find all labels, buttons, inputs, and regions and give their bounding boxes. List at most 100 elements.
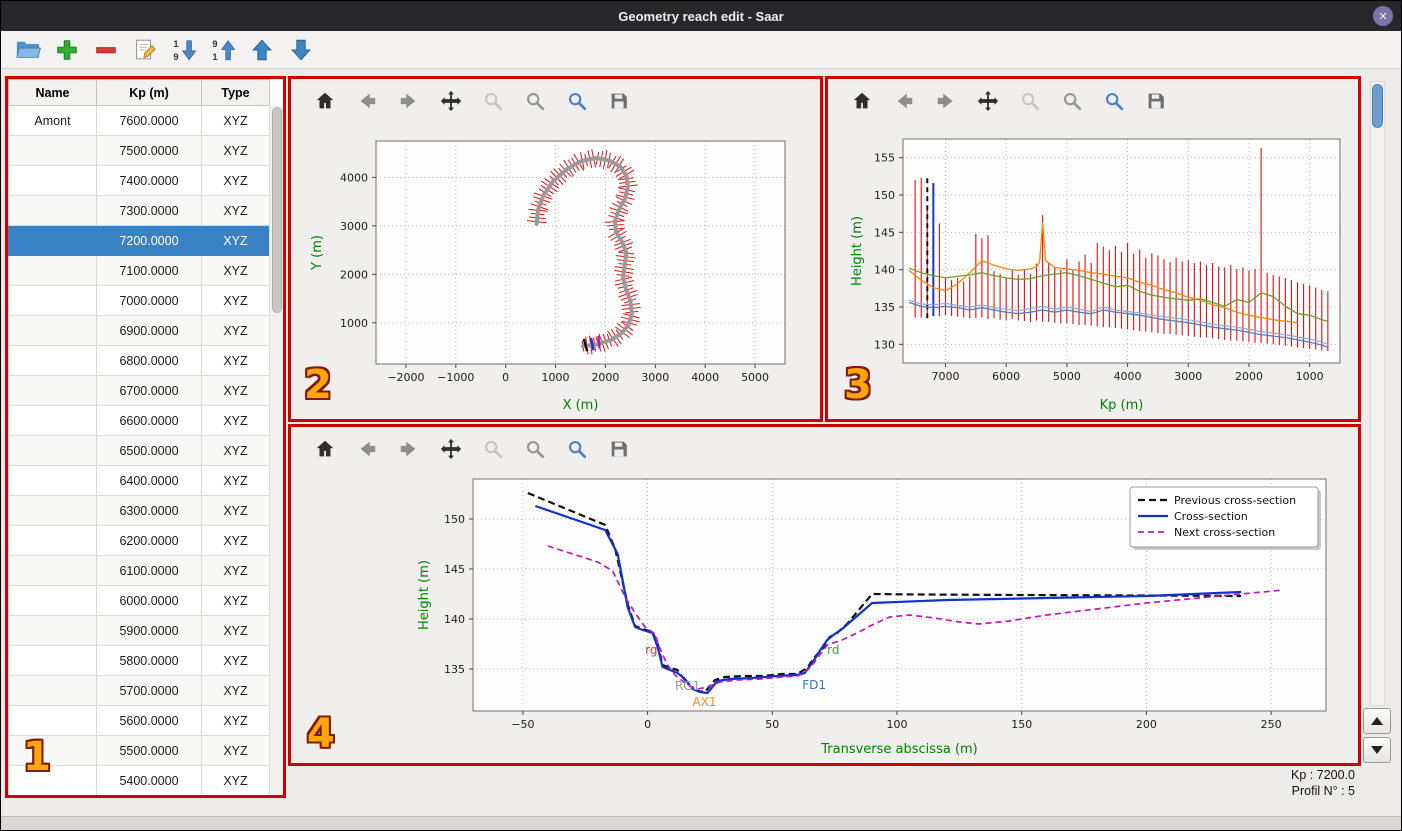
svg-text:4000: 4000 xyxy=(1114,370,1142,383)
cell-type: XYZ xyxy=(201,285,270,316)
zoom-button[interactable] xyxy=(481,437,505,461)
zoom-region-button[interactable] xyxy=(565,437,589,461)
forward-button[interactable] xyxy=(397,437,421,461)
plot-toolbar xyxy=(291,427,1358,471)
table-row[interactable]: 6800.0000 XYZ xyxy=(8,345,270,376)
cell-kp: 6200.0000 xyxy=(96,525,202,556)
edit-cross-section-button[interactable] xyxy=(130,35,160,65)
plan-view-chart[interactable]: −2000 −1000 0 1000 2000 3000 4000 5000 1000 2000 3… xyxy=(291,123,820,419)
table-row[interactable]: 6500.0000 XYZ xyxy=(8,435,270,466)
save-floppy-icon xyxy=(611,441,627,457)
table-row[interactable]: 6600.0000 XYZ xyxy=(8,405,270,436)
cell-name xyxy=(8,285,97,316)
open-button[interactable] xyxy=(13,35,43,65)
cell-type: XYZ xyxy=(201,435,270,466)
zoom-region-button[interactable] xyxy=(565,89,589,113)
table-row[interactable]: Amont 7600.0000 XYZ xyxy=(8,105,270,136)
cell-kp: 6900.0000 xyxy=(96,315,202,346)
scroll-down-button[interactable] xyxy=(1363,737,1391,763)
status-bar xyxy=(1,816,1401,830)
pan-button[interactable] xyxy=(976,89,1000,113)
table-row[interactable]: 7200.0000 XYZ xyxy=(8,225,270,256)
svg-text:140: 140 xyxy=(444,613,465,626)
svg-text:200: 200 xyxy=(1136,718,1157,731)
cell-name xyxy=(8,735,97,766)
svg-text:Height (m): Height (m) xyxy=(850,216,865,286)
zoom-info-button[interactable] xyxy=(523,437,547,461)
zoom-button[interactable] xyxy=(481,89,505,113)
table-row[interactable]: 7400.0000 XYZ xyxy=(8,165,270,196)
table-row[interactable]: 6000.0000 XYZ xyxy=(8,585,270,616)
remove-cross-section-button[interactable] xyxy=(91,35,121,65)
move-up-button[interactable] xyxy=(247,35,277,65)
home-button[interactable] xyxy=(850,89,874,113)
table-row[interactable]: 5900.0000 XYZ xyxy=(8,615,270,646)
scroll-up-button[interactable] xyxy=(1363,708,1391,734)
cell-name xyxy=(8,225,97,256)
table-row[interactable]: 7000.0000 XYZ xyxy=(8,285,270,316)
svg-text:RG1: RG1 xyxy=(675,679,700,693)
table-row[interactable]: 6700.0000 XYZ xyxy=(8,375,270,406)
table-row[interactable]: 5800.0000 XYZ xyxy=(8,645,270,676)
cell-kp: 6300.0000 xyxy=(96,495,202,526)
cell-type: XYZ xyxy=(201,225,270,256)
cell-name xyxy=(8,525,97,556)
cell-kp: 7100.0000 xyxy=(96,255,202,286)
pan-button[interactable] xyxy=(439,89,463,113)
table-row[interactable]: 6400.0000 XYZ xyxy=(8,465,270,496)
forward-button[interactable] xyxy=(934,89,958,113)
column-header-name[interactable]: Name xyxy=(8,79,97,106)
cell-type: XYZ xyxy=(201,525,270,556)
close-button[interactable]: ✕ xyxy=(1373,6,1393,26)
zoom-button[interactable] xyxy=(1018,89,1042,113)
zoom-info-button[interactable] xyxy=(1060,89,1084,113)
back-arrow-icon xyxy=(897,93,913,109)
home-button[interactable] xyxy=(313,437,337,461)
table-row[interactable]: 6100.0000 XYZ xyxy=(8,555,270,586)
cell-type: XYZ xyxy=(201,705,270,736)
cell-kp: 7200.0000 xyxy=(96,225,202,256)
table-row[interactable]: 5700.0000 XYZ xyxy=(8,675,270,706)
cross-section-table-body: Amont 7600.0000 XYZ 7500.0000 XYZ 7400.0… xyxy=(8,105,270,795)
cell-type: XYZ xyxy=(201,255,270,286)
add-cross-section-button[interactable] xyxy=(52,35,82,65)
save-button[interactable] xyxy=(1144,89,1168,113)
home-button[interactable] xyxy=(313,89,337,113)
zoom-info-button[interactable] xyxy=(523,89,547,113)
cell-type: XYZ xyxy=(201,345,270,376)
sort-ascending-button[interactable]: 19 xyxy=(169,35,199,65)
table-row[interactable]: 6300.0000 XYZ xyxy=(8,495,270,526)
table-scrollbar-thumb[interactable] xyxy=(272,107,282,313)
zoom-region-button[interactable] xyxy=(1102,89,1126,113)
table-row[interactable]: 5600.0000 XYZ xyxy=(8,705,270,736)
table-row[interactable]: 6900.0000 XYZ xyxy=(8,315,270,346)
pan-button[interactable] xyxy=(439,437,463,461)
column-header-kp[interactable]: Kp (m) xyxy=(96,79,202,106)
forward-button[interactable] xyxy=(397,89,421,113)
save-button[interactable] xyxy=(607,437,631,461)
table-row[interactable]: 7300.0000 XYZ xyxy=(8,195,270,226)
back-button[interactable] xyxy=(355,89,379,113)
move-down-button[interactable] xyxy=(286,35,316,65)
save-button[interactable] xyxy=(607,89,631,113)
table-row[interactable]: 7100.0000 XYZ xyxy=(8,255,270,286)
long-profile-chart[interactable]: 7000 6000 5000 4000 3000 2000 1000 130 135 140 145… xyxy=(828,123,1358,419)
table-row[interactable]: 7500.0000 XYZ xyxy=(8,135,270,166)
svg-text:Y (m): Y (m) xyxy=(310,235,325,271)
cell-name xyxy=(8,405,97,436)
table-row[interactable]: 6200.0000 XYZ xyxy=(8,525,270,556)
cross-section-chart[interactable]: −50 0 50 100 150 200 250 135 140 145 150 rg rd RG1 FD1… xyxy=(291,471,1358,763)
back-button[interactable] xyxy=(892,89,916,113)
plot-toolbar xyxy=(828,79,1358,123)
window-scrollbar[interactable] xyxy=(1370,81,1385,706)
svg-text:rd: rd xyxy=(827,643,839,657)
svg-text:150: 150 xyxy=(874,189,895,202)
table-scrollbar[interactable] xyxy=(269,105,283,795)
back-button[interactable] xyxy=(355,437,379,461)
sort-descending-button[interactable]: 91 xyxy=(208,35,238,65)
forward-arrow-icon xyxy=(937,93,953,109)
svg-text:5000: 5000 xyxy=(1053,370,1081,383)
window-scrollbar-thumb[interactable] xyxy=(1372,84,1383,128)
cell-kp: 7000.0000 xyxy=(96,285,202,316)
column-header-type[interactable]: Type xyxy=(201,79,270,106)
